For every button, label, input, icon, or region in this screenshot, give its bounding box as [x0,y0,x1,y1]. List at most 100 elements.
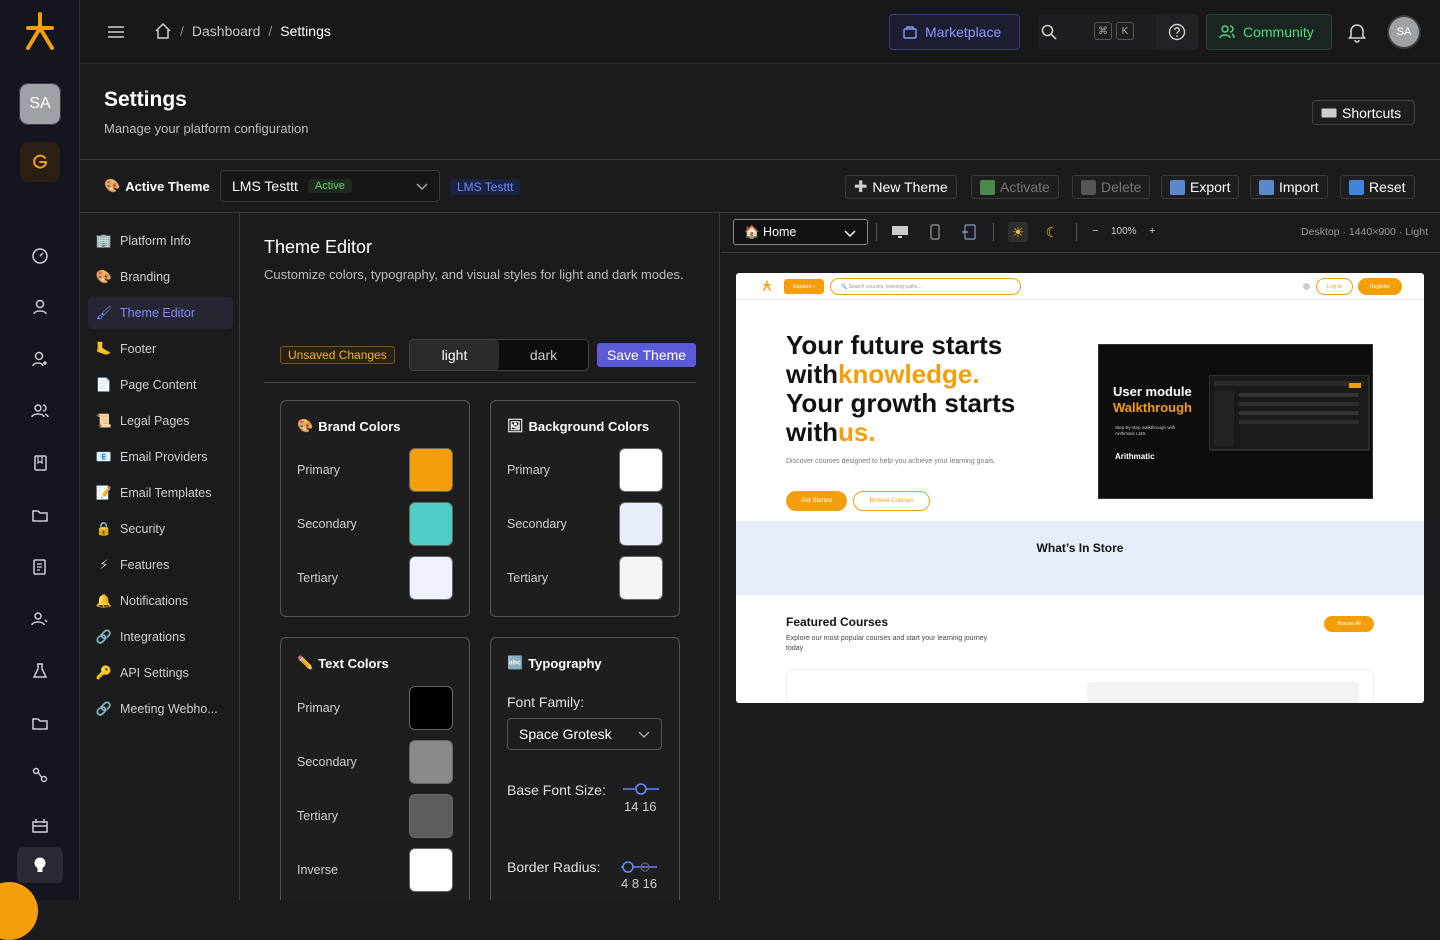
sidebar-item-api-settings[interactable]: 🔑 API Settings [88,657,233,689]
delete-button[interactable]: Delete [1072,175,1151,199]
moon-icon[interactable]: ☾ [1042,222,1062,242]
calendar-icon[interactable] [28,814,52,838]
site-course-card[interactable] [786,669,1374,703]
reset-button[interactable]: Reset [1340,175,1415,199]
text-secondary-swatch[interactable] [409,740,453,784]
font-family-select[interactable]: Space Grotesk [507,718,662,750]
theme-select[interactable]: LMS Testtt Active [220,170,440,202]
sun-icon[interactable]: ☀ [1008,222,1028,242]
sidebar-item-legal-pages[interactable]: 📜 Legal Pages [88,405,233,437]
bg-secondary-swatch[interactable] [619,502,663,546]
activate-button[interactable]: Activate [971,175,1059,199]
unsaved-changes-badge: Unsaved Changes [280,346,395,364]
folder-alt-icon[interactable] [28,711,52,735]
top-bar: / Dashboard / Settings Marketplace ⌘ K C… [80,0,1440,64]
zoom-out-button[interactable]: − [1092,225,1098,237]
home-icon[interactable] [154,22,172,40]
document-icon[interactable] [28,555,52,579]
tips-button[interactable] [17,847,63,883]
tablet-icon[interactable] [959,222,979,242]
sidebar-item-theme-editor[interactable]: 🖌 Theme Editor [88,297,233,329]
folder-icon[interactable] [28,503,52,527]
site-browse-all-button[interactable]: Browse All [1324,616,1374,632]
workflow-icon[interactable] [28,763,52,787]
text-tertiary-label: Tertiary [297,809,338,823]
site-login-button[interactable]: Log in [1316,278,1353,295]
desktop-icon[interactable] [890,222,910,242]
shortcuts-button[interactable]: Shortcuts [1312,100,1415,125]
sidebar-item-email-providers[interactable]: 📧 Email Providers [88,441,233,473]
plus-icon: ✚ [854,179,868,196]
breadcrumb-dashboard[interactable]: Dashboard [192,23,261,39]
brand-tertiary-swatch[interactable] [409,556,453,600]
breadcrumb-separator: / [268,23,273,39]
zoom-in-button[interactable]: + [1149,225,1155,237]
sidebar-item-page-content[interactable]: 📄 Page Content [88,369,233,401]
help-button[interactable] [1156,14,1198,50]
menu-icon[interactable] [106,20,126,44]
user-avatar[interactable]: SA [20,84,60,124]
sidebar-item-integrations[interactable]: 🔗 Integrations [88,621,233,653]
site-hero-video[interactable]: User module Walkthrough Step-by-step wal… [1098,344,1373,499]
sidebar-item-footer[interactable]: 🦶 Footer [88,333,233,365]
preview-toolbar: 🏠 Home ☀ ☾ − 100% + Desktop · 1440×900 ·… [721,213,1440,253]
brand-secondary-swatch[interactable] [409,502,453,546]
sidebar-item-notifications[interactable]: 🔔 Notifications [88,585,233,617]
bell-icon: 🔔 [95,593,113,608]
border-radius-slider[interactable] [619,861,659,873]
help-bubble[interactable] [0,882,38,940]
marketplace-button[interactable]: Marketplace [889,14,1020,50]
add-user-icon[interactable] [28,347,52,371]
user-icon[interactable] [28,295,52,319]
sidebar-item-meeting-webhooks[interactable]: 🔗 Meeting Webho... [88,693,233,725]
community-button[interactable]: Community [1206,14,1332,50]
mobile-icon[interactable] [925,222,945,242]
sidebar-item-label: Theme Editor [120,306,196,320]
text-inverse-swatch[interactable] [409,848,453,892]
site-register-button[interactable]: Register [1358,278,1402,295]
base-font-size-label: Base Font Size: [507,782,606,798]
save-theme-button[interactable]: Save Theme [597,343,696,367]
rail-home-button[interactable] [20,142,60,182]
export-icon [1170,179,1185,195]
site-get-started-button[interactable]: Get Started [786,491,847,511]
users-icon[interactable] [28,399,52,423]
sidebar-item-label: Platform Info [120,234,191,248]
mode-light-option[interactable]: light [410,340,499,370]
import-button[interactable]: Import [1250,175,1328,199]
text-primary-swatch[interactable] [409,686,453,730]
brand-primary-swatch[interactable] [409,448,453,492]
site-featured-description: Explore our most popular courses and sta… [786,635,988,652]
dashboard-icon[interactable] [28,243,52,267]
community-icon [1219,25,1235,39]
reset-icon [1349,179,1364,195]
sidebar-item-email-templates[interactable]: 📝 Email Templates [88,477,233,509]
mode-dark-option[interactable]: dark [499,340,588,370]
bg-primary-swatch[interactable] [619,448,663,492]
preview-page-select[interactable]: 🏠 Home [733,219,868,245]
toolbar-divider [993,223,994,241]
bg-tertiary-swatch[interactable] [619,556,663,600]
profile-avatar[interactable]: SA [1389,17,1419,47]
sidebar-item-label: Meeting Webho... [120,702,218,716]
book-icon[interactable] [28,451,52,475]
sidebar-item-platform-info[interactable]: 🏢 Platform Info [88,225,233,257]
base-font-size-slider[interactable] [621,783,661,795]
logo-icon[interactable] [20,12,60,52]
site-logo-icon [762,280,772,292]
text-tertiary-swatch[interactable] [409,794,453,838]
new-theme-button[interactable]: ✚ New Theme [845,175,957,199]
site-navbar: Explore › 🔍 Search courses, learning pat… [736,273,1424,300]
flask-icon[interactable] [28,659,52,683]
sidebar-item-security[interactable]: 🔒 Security [88,513,233,545]
bell-icon[interactable] [1345,20,1369,44]
site-explore-button[interactable]: Explore › [784,279,824,294]
site-search-input[interactable]: 🔍 Search courses, learning paths... [830,278,1021,295]
export-button[interactable]: Export [1161,175,1240,199]
active-theme-label: 🎨 Active Theme [104,178,210,194]
site-browse-courses-button[interactable]: Browse Courses [853,491,930,511]
sidebar-item-branding[interactable]: 🎨 Branding [88,261,233,293]
export-label: Export [1190,179,1231,195]
sidebar-item-features[interactable]: ⚡ Features [88,549,233,581]
team-icon[interactable] [28,607,52,631]
